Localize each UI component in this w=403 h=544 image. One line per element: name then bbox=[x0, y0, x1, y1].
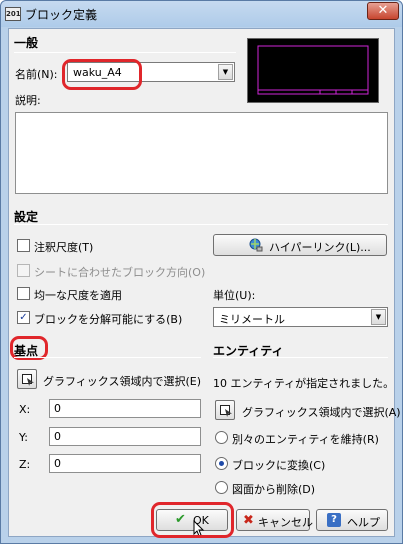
block-definition-dialog: 2017 ブロック定義 ✕ 一般 名前(N): waku_A4 ▼ 説明: 設定 bbox=[0, 0, 403, 544]
entities-pick-label: グラフィックス領域内で選択(A) bbox=[242, 406, 401, 419]
general-divider bbox=[14, 52, 236, 53]
app-icon: 2017 bbox=[5, 7, 21, 21]
highlight-ring-ok bbox=[151, 502, 234, 538]
annotative-label: 注釈尺度(T) bbox=[34, 241, 94, 254]
delete-label: 図面から削除(D) bbox=[232, 483, 316, 496]
match-orientation-checkbox[interactable] bbox=[17, 264, 30, 277]
general-heading: 一般 bbox=[14, 36, 39, 50]
settings-divider bbox=[14, 224, 388, 225]
help-button-label: ヘルプ bbox=[347, 516, 380, 529]
dialog-title: ブロック定義 bbox=[25, 8, 98, 22]
unit-combo[interactable]: ミリメートル ▼ bbox=[213, 307, 388, 327]
cancel-button-label: キャンセル bbox=[258, 516, 313, 529]
name-label: 名前(N): bbox=[15, 68, 58, 81]
convert-to-block-radio[interactable] bbox=[215, 457, 228, 470]
entities-divider bbox=[213, 357, 388, 358]
hyperlink-button[interactable]: ハイパーリンク(L)... bbox=[213, 234, 387, 256]
globe-link-icon bbox=[249, 238, 263, 252]
block-preview bbox=[247, 38, 379, 103]
z-input[interactable]: 0 bbox=[49, 454, 201, 473]
entities-status: 10 エンティティが指定されました。 bbox=[213, 377, 395, 390]
match-orientation-label: シートに合わせたブロック方向(O) bbox=[34, 266, 206, 279]
retain-label: 別々のエンティティを維持(R) bbox=[232, 433, 379, 446]
unit-value: ミリメートル bbox=[219, 313, 285, 326]
x-input[interactable]: 0 bbox=[49, 399, 201, 418]
delete-radio[interactable] bbox=[215, 481, 228, 494]
base-point-pick-button[interactable] bbox=[17, 369, 37, 389]
retain-radio[interactable] bbox=[215, 431, 228, 444]
description-label: 説明: bbox=[15, 94, 41, 107]
z-label: Z: bbox=[19, 458, 31, 471]
unit-label: 単位(U): bbox=[213, 289, 256, 302]
annotative-checkbox[interactable] bbox=[17, 239, 30, 252]
cancel-button[interactable]: ✖ キャンセル bbox=[236, 509, 313, 531]
highlight-ring-name bbox=[62, 59, 142, 90]
base-point-pick-label: グラフィックス領域内で選択(E) bbox=[43, 375, 201, 388]
uniform-scale-label: 均一な尺度を適用 bbox=[34, 289, 122, 302]
description-input[interactable] bbox=[15, 112, 388, 194]
help-icon: ? bbox=[327, 513, 341, 527]
settings-heading: 設定 bbox=[14, 210, 39, 224]
title-bar[interactable]: 2017 ブロック定義 ✕ bbox=[1, 1, 402, 27]
uniform-scale-checkbox[interactable] bbox=[17, 287, 30, 300]
base-point-divider bbox=[14, 357, 201, 358]
x-label: X: bbox=[19, 403, 31, 416]
chevron-down-icon[interactable]: ▼ bbox=[218, 64, 233, 80]
convert-to-block-label: ブロックに変換(C) bbox=[232, 459, 326, 472]
allow-explode-checkbox[interactable]: ✓ bbox=[17, 311, 30, 324]
preview-drawing bbox=[257, 45, 369, 95]
y-label: Y: bbox=[19, 431, 28, 444]
entities-pick-button[interactable] bbox=[215, 400, 235, 420]
chevron-down-icon[interactable]: ▼ bbox=[371, 309, 386, 325]
hyperlink-button-label: ハイパーリンク(L)... bbox=[269, 241, 371, 254]
close-button[interactable]: ✕ bbox=[367, 2, 399, 20]
allow-explode-label: ブロックを分解可能にする(B) bbox=[34, 313, 183, 326]
x-cancel-icon: ✖ bbox=[243, 513, 254, 528]
y-input[interactable]: 0 bbox=[49, 427, 201, 446]
help-button[interactable]: ? ヘルプ bbox=[316, 509, 388, 531]
dialog-body: 一般 名前(N): waku_A4 ▼ 説明: 設定 注釈尺度(T) シートに合… bbox=[8, 28, 401, 538]
